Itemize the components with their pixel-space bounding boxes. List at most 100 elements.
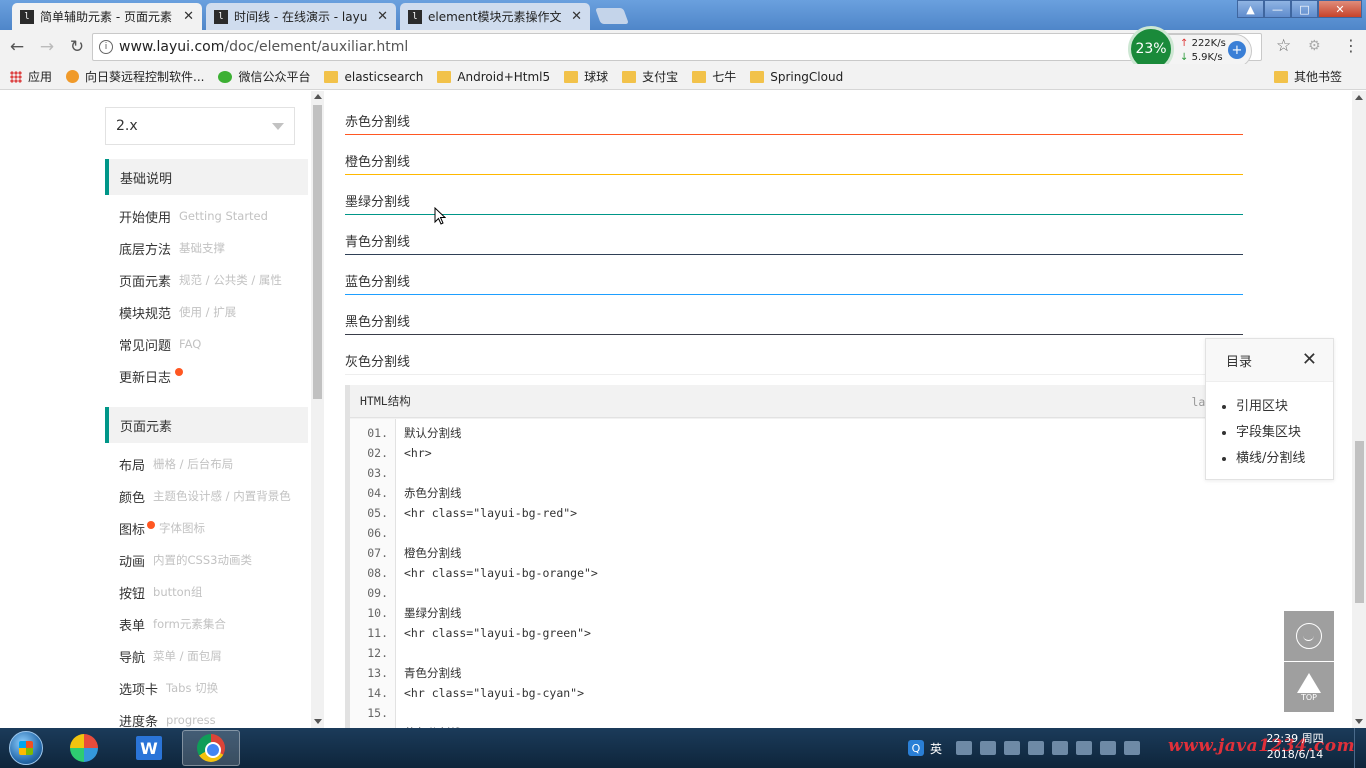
tab-timeline[interactable]: l 时间线 - 在线演示 - layu ✕ — [206, 3, 396, 30]
layui-favicon-icon: l — [214, 9, 228, 24]
bookmark-qiniu[interactable]: 七牛 — [692, 68, 736, 85]
scroll-up-icon[interactable] — [314, 94, 322, 99]
scroll-up-icon[interactable] — [1355, 95, 1363, 100]
back-arrow-icon[interactable]: ← — [4, 37, 30, 57]
forward-arrow-icon[interactable]: → — [34, 37, 60, 57]
nav-icon[interactable]: 图标 字体图标 — [119, 518, 205, 538]
tab-close-icon[interactable]: ✕ — [571, 9, 582, 24]
scroll-down-icon[interactable] — [1355, 719, 1363, 724]
minimize-icon[interactable]: — — [1264, 0, 1291, 18]
hr-row-orange: 橙色分割线 — [345, 135, 1243, 175]
speed-boost-icon[interactable]: + — [1228, 41, 1246, 59]
toc-item-fieldset[interactable]: 字段集区块 — [1236, 420, 1333, 446]
scrollbar-thumb[interactable] — [313, 105, 322, 399]
chrome-icon — [197, 734, 225, 762]
bookmarks-bar: 应用 向日葵远程控制软件... 微信公众平台 elasticsearch And… — [0, 64, 1366, 90]
reload-icon[interactable]: ↻ — [64, 37, 90, 57]
ime-q-icon[interactable]: Q — [908, 740, 924, 756]
maximize-icon[interactable]: □ — [1291, 0, 1318, 18]
line-number: 13. — [367, 666, 388, 680]
line-text: <hr class="layui-bg-red"> — [404, 506, 578, 520]
site-info-icon[interactable]: i — [99, 40, 113, 54]
close-window-icon[interactable]: ✕ — [1318, 0, 1362, 18]
tray-network-icon[interactable] — [980, 741, 997, 755]
code-line: 14. <hr class="layui-bg-cyan"> — [350, 683, 1243, 703]
code-body[interactable]: 01. 默认分割线 02. <hr> 03. 04. 赤色分割线 05. <hr class="… — [350, 419, 1243, 728]
bookmark-wechat[interactable]: 微信公众平台 — [218, 68, 310, 85]
nav-animation[interactable]: 动画 内置的CSS3动画类 — [119, 550, 252, 570]
scroll-down-icon[interactable] — [314, 719, 322, 724]
toc-item-hr[interactable]: 横线/分割线 — [1236, 446, 1333, 472]
ime-language[interactable]: 英 — [930, 740, 942, 757]
bookmark-alipay[interactable]: 支付宝 — [622, 68, 678, 85]
tray-flower-icon[interactable] — [1028, 741, 1045, 755]
show-desktop-button[interactable] — [1354, 728, 1366, 768]
page-scrollbar[interactable] — [1352, 91, 1366, 728]
toc-list: 引用区块 字段集区块 横线/分割线 — [1206, 382, 1333, 472]
bookmark-springcloud[interactable]: SpringCloud — [750, 70, 843, 84]
sidebar-scrollbar[interactable] — [311, 91, 324, 728]
page-viewport: 2.x 基础说明 开始使用 Getting Started 底层方法 基础支撑 页面… — [0, 91, 1366, 728]
line-number: 08. — [367, 566, 388, 580]
taskbar-app-ball[interactable] — [55, 730, 113, 766]
section-basics[interactable]: 基础说明 — [105, 159, 308, 195]
nav-page-elements[interactable]: 页面元素 规范 / 公共类 / 属性 — [119, 270, 282, 290]
taskbar-app-wps[interactable]: W — [120, 730, 178, 766]
tray-security-icon[interactable] — [1100, 741, 1117, 755]
taskbar-app-chrome[interactable] — [182, 730, 240, 766]
nav-color[interactable]: 颜色 主题色设计感 / 内置背景色 — [119, 486, 291, 506]
folder-icon — [622, 70, 637, 83]
version-select[interactable]: 2.x — [105, 107, 295, 145]
nav-module-spec[interactable]: 模块规范 使用 / 扩展 — [119, 302, 236, 322]
tray-flag-icon[interactable] — [1124, 741, 1141, 755]
nav-tabs[interactable]: 选项卡 Tabs 切换 — [119, 678, 218, 698]
bookmark-sunflower[interactable]: 向日葵远程控制软件... — [66, 68, 204, 85]
nav-layout[interactable]: 布局 栅格 / 后台布局 — [119, 454, 233, 474]
bookmark-qiuqiu[interactable]: 球球 — [564, 68, 608, 85]
line-number: 15. — [367, 706, 388, 720]
extension-icon[interactable]: ⚙ — [1308, 38, 1321, 54]
toc-item-blockquote[interactable]: 引用区块 — [1236, 394, 1333, 420]
code-line: 13. 青色分割线 — [350, 663, 1243, 683]
nav-progress[interactable]: 进度条 progress — [119, 710, 216, 728]
chevron-down-icon — [272, 123, 284, 130]
code-line: 08. <hr class="layui-bg-orange"> — [350, 563, 1243, 583]
nav-getting-started[interactable]: 开始使用 Getting Started — [119, 206, 268, 226]
scrollbar-thumb[interactable] — [1355, 441, 1364, 603]
wps-writer-icon: W — [136, 736, 162, 760]
system-tray: Q 英 — [908, 728, 1148, 768]
browser-menu-icon[interactable]: ⋮ — [1343, 36, 1359, 55]
tray-app-icon[interactable] — [1052, 741, 1069, 755]
address-bar[interactable]: i www.layui.com/doc/element/auxiliar.htm… — [92, 33, 1262, 61]
nav-form[interactable]: 表单 form元素集合 — [119, 614, 226, 634]
tab-auxiliar[interactable]: l 简单辅助元素 - 页面元素 ✕ — [12, 3, 202, 30]
code-line: 05. <hr class="layui-bg-red"> — [350, 503, 1243, 523]
bookmark-other[interactable]: 其他书签 — [1273, 68, 1342, 85]
tray-cloud-icon[interactable] — [956, 741, 973, 755]
close-icon[interactable]: ✕ — [1302, 349, 1317, 370]
tray-device-icon[interactable] — [1004, 741, 1021, 755]
smile-icon — [1296, 623, 1322, 649]
back-to-top-button[interactable]: TOP — [1284, 662, 1334, 712]
nav-button[interactable]: 按钮 button组 — [119, 582, 202, 602]
nav-faq[interactable]: 常见问题 FAQ — [119, 334, 201, 354]
new-tab-button[interactable] — [595, 8, 629, 24]
tab-close-icon[interactable]: ✕ — [183, 9, 194, 24]
nav-changelog[interactable]: 更新日志 — [119, 366, 184, 386]
system-clock[interactable]: 22:39 周四 2018/6/14 — [1260, 731, 1330, 763]
user-icon[interactable]: ▲ — [1237, 0, 1264, 18]
folder-icon — [692, 70, 707, 83]
nav-navigation[interactable]: 导航 菜单 / 面包屑 — [119, 646, 222, 666]
bookmark-apps[interactable]: 应用 — [10, 68, 52, 85]
feedback-button[interactable] — [1284, 611, 1334, 661]
section-page-elements[interactable]: 页面元素 — [105, 407, 308, 443]
start-button[interactable] — [2, 728, 50, 768]
tab-close-icon[interactable]: ✕ — [377, 9, 388, 24]
tray-shield-icon[interactable] — [1076, 741, 1093, 755]
nav-base-methods[interactable]: 底层方法 基础支撑 — [119, 238, 225, 258]
doc-sidebar: 2.x 基础说明 开始使用 Getting Started 底层方法 基础支撑 页面… — [0, 91, 324, 728]
tab-element[interactable]: l element模块元素操作文 ✕ — [400, 3, 590, 30]
bookmark-star-icon[interactable]: ☆ — [1276, 36, 1291, 56]
bookmark-android[interactable]: Android+Html5 — [437, 70, 550, 84]
bookmark-elasticsearch[interactable]: elasticsearch — [324, 70, 423, 84]
